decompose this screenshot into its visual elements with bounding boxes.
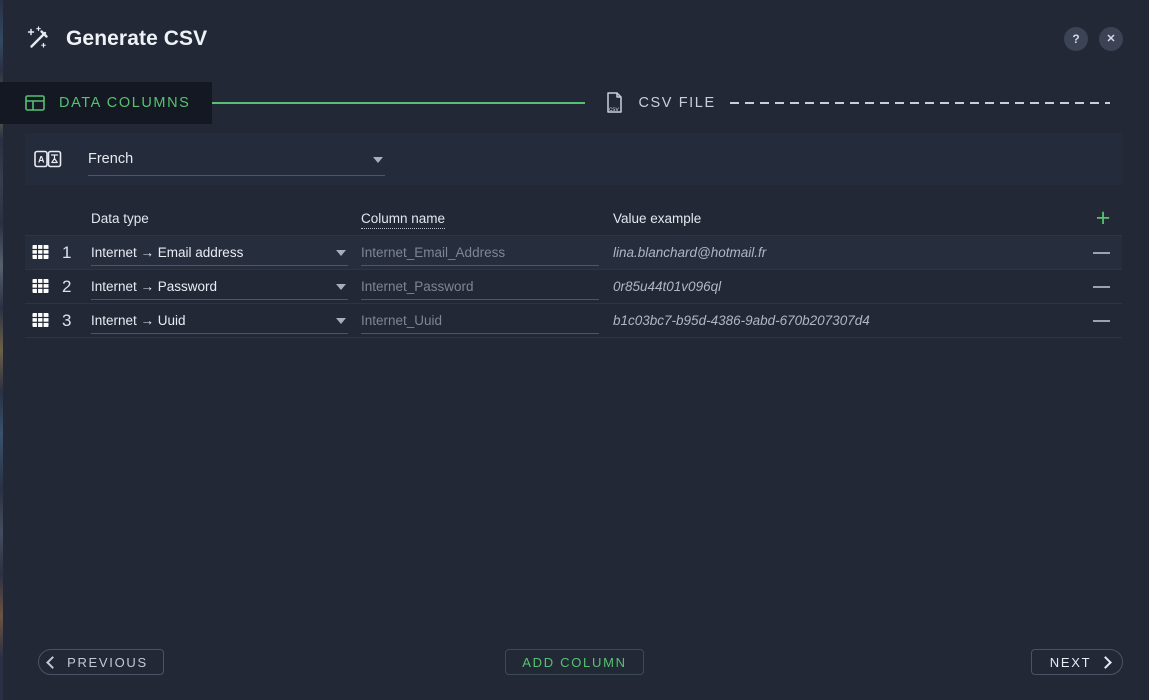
column-name-placeholder: Internet_Uuid: [361, 312, 443, 328]
close-button[interactable]: ✕: [1099, 27, 1123, 51]
table-row[interactable]: 3 Internet → Uuid Internet_Uuid b1c03bc7…: [25, 304, 1122, 338]
table-header-row: Data type Column name Value example +: [25, 203, 1122, 236]
chevron-right-icon: [1099, 655, 1113, 669]
next-button-label: NEXT: [1049, 654, 1092, 670]
row-value-example-cell: lina.blanchard@hotmail.fr: [613, 244, 1122, 262]
magic-wand-icon: [24, 25, 52, 53]
row-column-name-cell: Internet_Uuid: [361, 308, 613, 334]
tab-csv-file-label: CSV FILE: [638, 95, 716, 111]
dialog-titlebar: Generate CSV ? ✕: [0, 0, 1149, 78]
svg-text:csv: csv: [609, 106, 620, 113]
tab-csv-file[interactable]: csv CSV FILE: [585, 82, 715, 124]
row-value-example-cell: 0r85u44t01v096ql: [613, 278, 1122, 296]
table-grid-icon: [32, 278, 49, 295]
row-data-type-cell: Internet → Uuid: [91, 308, 361, 334]
dialog-title: Generate CSV: [66, 27, 208, 50]
data-type-value: Internet → Uuid: [91, 312, 186, 328]
row-data-type-cell: Internet → Email address: [91, 240, 361, 266]
title-group: Generate CSV: [24, 25, 207, 53]
column-name-placeholder: Internet_Email_Address: [361, 244, 506, 260]
add-row-button[interactable]: +: [1090, 206, 1116, 232]
step-connector-solid: [212, 102, 586, 104]
value-example-text: 0r85u44t01v096ql: [613, 278, 722, 294]
column-name-input[interactable]: Internet_Password: [361, 274, 599, 300]
data-type-value: Internet → Email address: [91, 244, 244, 260]
chevron-down-icon: [336, 250, 346, 256]
column-name-input[interactable]: Internet_Email_Address: [361, 240, 599, 266]
data-type-select[interactable]: Internet → Email address: [91, 240, 348, 266]
next-button[interactable]: NEXT: [1031, 649, 1123, 675]
row-index-label: 1: [62, 242, 72, 262]
table-grid-icon: [32, 312, 49, 329]
row-index-cell: 3: [25, 311, 91, 331]
value-example-text: b1c03bc7-b95d-4386-9abd-670b207307d4: [613, 312, 870, 328]
header-value-example: Value example: [613, 211, 702, 226]
header-column-name-tooltip[interactable]: Column name: [361, 211, 446, 229]
tab-data-columns[interactable]: DATA COLUMNS: [0, 82, 213, 124]
generate-csv-dialog: Generate CSV ? ✕ DATA COLUMNS csv CSV FI…: [0, 0, 1149, 700]
remove-row-button[interactable]: [1093, 285, 1110, 288]
row-data-type-cell: Internet → Password: [91, 274, 361, 300]
remove-row-button[interactable]: [1093, 319, 1110, 322]
wizard-step-tabs: DATA COLUMNS csv CSV FILE: [0, 82, 1149, 124]
previous-button[interactable]: PREVIOUS: [38, 649, 164, 675]
row-value-example-cell: b1c03bc7-b95d-4386-9abd-670b207307d4: [613, 312, 1122, 330]
row-column-name-cell: Internet_Email_Address: [361, 240, 613, 266]
header-column-name: Column name: [361, 210, 613, 229]
data-type-value: Internet → Password: [91, 278, 218, 294]
table-grid-icon: [32, 244, 49, 261]
tab-data-columns-label: DATA COLUMNS: [59, 95, 191, 111]
help-button[interactable]: ?: [1064, 27, 1088, 51]
layout-panel-icon: [24, 91, 59, 115]
language-panel: A French: [25, 133, 1122, 185]
chevron-down-icon: [336, 318, 346, 324]
header-data-type: Data type: [91, 211, 149, 226]
chevron-down-icon: [336, 284, 346, 290]
add-column-button-label: ADD COLUMN: [522, 654, 627, 670]
row-index-label: 3: [62, 310, 72, 330]
data-columns-table: Data type Column name Value example + 1 …: [25, 203, 1122, 338]
row-index-label: 2: [62, 276, 72, 296]
language-select-value: French: [88, 150, 134, 167]
titlebar-actions: ? ✕: [1064, 27, 1123, 51]
table-row[interactable]: 1 Internet → Email address Internet_Emai…: [25, 236, 1122, 270]
data-type-select[interactable]: Internet → Password: [91, 274, 348, 300]
chevron-left-icon: [46, 655, 59, 669]
column-name-placeholder: Internet_Password: [361, 278, 474, 294]
row-index-cell: 2: [25, 277, 91, 297]
row-index-cell: 1: [25, 243, 91, 263]
previous-button-label: PREVIOUS: [67, 654, 148, 670]
chevron-down-icon: [373, 156, 383, 163]
row-column-name-cell: Internet_Password: [361, 274, 613, 300]
language-select[interactable]: French: [88, 142, 385, 176]
translate-icon: A: [25, 149, 62, 169]
data-type-select[interactable]: Internet → Uuid: [91, 308, 348, 334]
value-example-text: lina.blanchard@hotmail.fr: [613, 244, 767, 260]
svg-text:A: A: [38, 155, 45, 165]
csv-file-icon: csv: [603, 91, 638, 115]
remove-row-button[interactable]: [1093, 251, 1110, 254]
add-column-button[interactable]: ADD COLUMN: [505, 649, 644, 675]
step-connector-dashed: [729, 102, 1110, 104]
dialog-footer: PREVIOUS ADD COLUMN NEXT: [0, 642, 1149, 700]
column-name-input[interactable]: Internet_Uuid: [361, 308, 599, 334]
table-row[interactable]: 2 Internet → Password Internet_Password …: [25, 270, 1122, 304]
